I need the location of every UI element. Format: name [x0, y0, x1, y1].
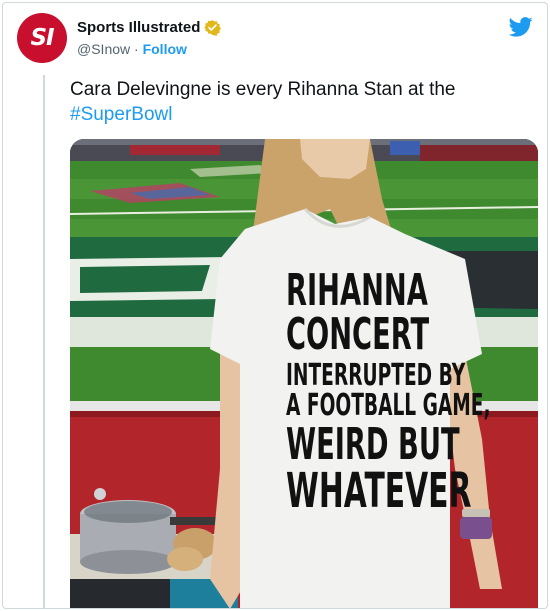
shirt-line-2: CONCERT [286, 309, 430, 360]
display-name[interactable]: Sports Illustrated [77, 19, 200, 36]
verified-badge-icon [204, 20, 222, 36]
shirt-line-1: RIHANNA [286, 265, 428, 316]
separator: · [130, 41, 143, 57]
twitter-bird-icon[interactable] [509, 17, 533, 37]
tweet-text: Cara Delevingne is every Rihanna Stan at… [70, 77, 530, 127]
author-name-row: Sports Illustrated [77, 19, 222, 36]
shirt-line-6: WHATEVER [286, 463, 472, 519]
hashtag-link[interactable]: #SuperBowl [70, 104, 172, 125]
thread-line [43, 75, 45, 608]
shirt-line-5: WEIRD BUT [286, 419, 460, 470]
avatar-label: SI [30, 25, 54, 51]
tweet-card: SI Sports Illustrated @SInow · Follow Ca… [2, 2, 548, 609]
handle[interactable]: @SInow [77, 41, 130, 57]
tweet-body: Cara Delevingne is every Rihanna Stan at… [70, 79, 456, 100]
shirt-line-3: INTERRUPTED BY [286, 358, 466, 393]
follow-button[interactable]: Follow [143, 41, 187, 57]
shirt-slogan: RIHANNA CONCERT INTERRUPTED BY A FOOTBAL… [248, 265, 491, 519]
avatar[interactable]: SI [17, 13, 67, 63]
shirt-line-4: A FOOTBALL GAME, [286, 388, 491, 423]
tweet-photo[interactable]: RIHANNA CONCERT INTERRUPTED BY A FOOTBAL… [70, 139, 538, 608]
author-handle-row: @SInow · Follow [77, 41, 187, 57]
